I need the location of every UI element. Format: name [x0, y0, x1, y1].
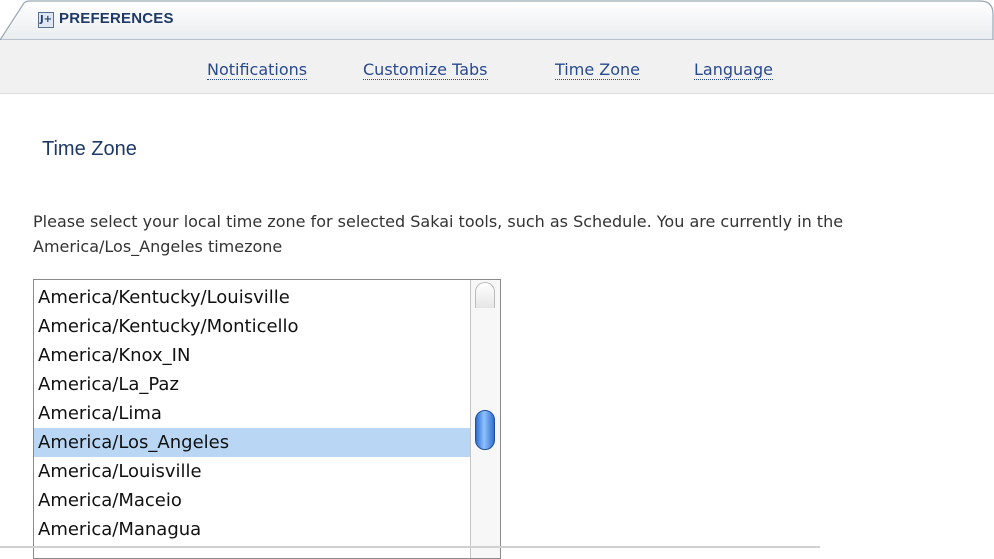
nav-time-zone[interactable]: Time Zone — [555, 61, 640, 80]
timezone-option[interactable]: America/La_Paz — [34, 370, 470, 399]
timezone-option[interactable]: America/Kentucky/Monticello — [34, 312, 470, 341]
page-title: Time Zone — [42, 138, 137, 160]
timezone-option[interactable]: America/Maceio — [34, 486, 470, 515]
nav-customize-tabs[interactable]: Customize Tabs — [363, 61, 488, 80]
bottom-divider — [0, 546, 820, 548]
portlet-title-bar: J+ PREFERENCES — [0, 0, 994, 40]
timezone-options: America/Kentucky/Louisville America/Kentu… — [34, 283, 470, 544]
instructions-text: Please select your local time zone for s… — [33, 212, 844, 256]
scroll-thumb[interactable] — [475, 410, 495, 450]
listbox-scrollbar[interactable] — [470, 280, 500, 558]
portlet-title: PREFERENCES — [59, 10, 174, 27]
timezone-option[interactable]: America/Kentucky/Louisville — [34, 283, 470, 312]
timezone-option[interactable]: America/Knox_IN — [34, 341, 470, 370]
scroll-up-arrow[interactable] — [475, 282, 495, 308]
preferences-portlet: J+ PREFERENCES Notifications Customize T… — [0, 0, 994, 559]
timezone-listbox[interactable]: America/Kentucky/Louisville America/Kentu… — [33, 279, 501, 559]
timezone-option[interactable]: America/Lima — [34, 399, 470, 428]
timezone-option[interactable]: America/Managua — [34, 515, 470, 544]
timezone-option[interactable]: America/Louisville — [34, 457, 470, 486]
preferences-nav: Notifications Customize Tabs Time Zone L… — [0, 40, 994, 94]
timezone-option[interactable]: America/Los_Angeles — [34, 428, 470, 457]
nav-notifications[interactable]: Notifications — [207, 61, 308, 80]
nav-language[interactable]: Language — [694, 61, 773, 80]
portlet-settings-icon[interactable]: J+ — [38, 12, 54, 28]
